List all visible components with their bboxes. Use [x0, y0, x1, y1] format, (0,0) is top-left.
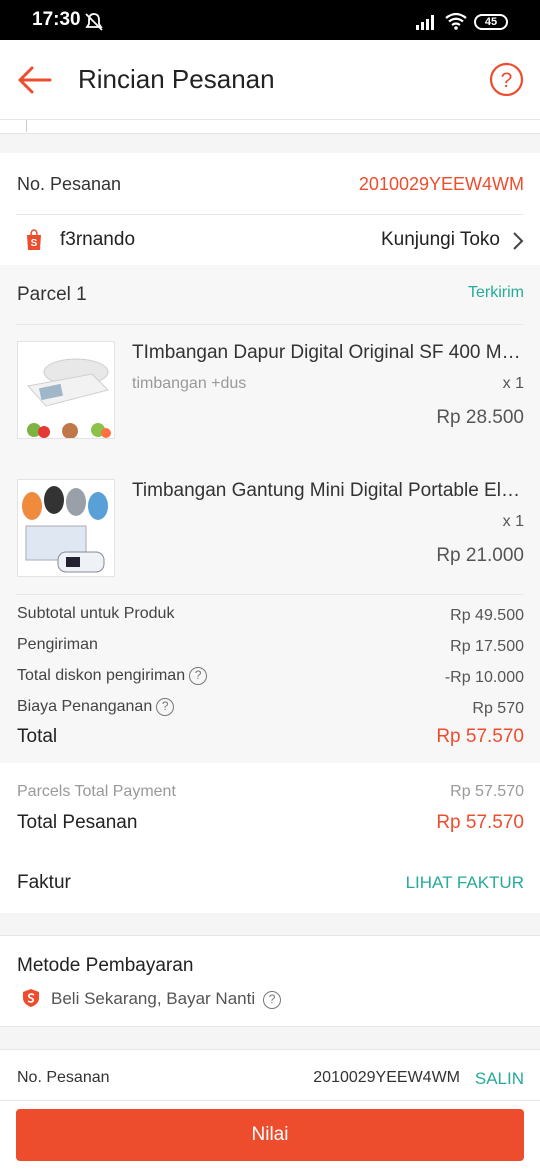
battery-indicator: 45 [474, 14, 508, 30]
order-info-section: No. Pesanan 2010029YEEW4WM S f3rnando Ku… [0, 153, 540, 265]
product-item[interactable]: Timbangan Gantung Mini Digital Portable … [0, 463, 540, 593]
shop-row[interactable]: S f3rnando Kunjungi Toko [0, 215, 540, 265]
product-qty: x 1 [502, 513, 524, 530]
shop-name: f3rnando [60, 229, 136, 250]
back-arrow-icon[interactable] [14, 62, 54, 98]
summary-value: Rp 17.500 [450, 638, 524, 655]
kitchen-scale-image [18, 342, 114, 438]
wifi-icon [445, 12, 467, 30]
product-name: Timbangan Gantung Mini Digital Portable … [132, 480, 524, 501]
parcel-total-label: Total [17, 726, 58, 747]
paylater-shield-icon [23, 989, 39, 1007]
product-thumbnail [17, 479, 115, 577]
footer-order-value: 2010029YEEW4WM [313, 1069, 460, 1086]
chevron-right-icon [513, 232, 524, 250]
product-item[interactable]: TImbangan Dapur Digital Original SF 400 … [0, 325, 540, 455]
summary-value: Rp 49.500 [450, 607, 524, 624]
visit-shop-link[interactable]: Kunjungi Toko [381, 229, 500, 251]
product-name: TImbangan Dapur Digital Original SF 400 … [132, 342, 524, 363]
question-icon[interactable]: ? [263, 990, 282, 1009]
summary-label: Biaya Penanganan [17, 698, 153, 716]
copy-button[interactable]: SALIN [475, 1069, 524, 1089]
parcel-section: Parcel 1 Terkirim TImbangan Dapur Digita… [0, 265, 540, 763]
svg-text:S: S [31, 238, 38, 249]
bell-off-icon [85, 13, 103, 31]
status-time: 17:30 [32, 9, 81, 30]
help-icon[interactable]: ? [489, 62, 524, 97]
hanging-scale-image [18, 480, 114, 576]
payment-method-row[interactable]: Beli Sekarang, Bayar Nanti? [51, 989, 282, 1009]
shop-bag-icon: S [27, 229, 41, 250]
product-qty: x 1 [502, 375, 524, 392]
summary-row-shipping-discount: Total diskon pengiriman? [17, 667, 208, 685]
parcels-total-label: Parcels Total Payment [17, 783, 176, 800]
order-total-label: Total Pesanan [17, 812, 138, 833]
order-number-value: 2010029YEEW4WM [358, 174, 524, 194]
summary-value: -Rp 10.000 [444, 669, 524, 686]
svg-text:?: ? [501, 69, 513, 92]
summary-label: Pengiriman [17, 636, 98, 653]
app-header: Rincian Pesanan ? [0, 40, 540, 120]
footer-order-label: No. Pesanan [17, 1069, 110, 1086]
parcels-total-value: Rp 57.570 [450, 783, 524, 800]
parcel-total-value: Rp 57.570 [436, 726, 524, 747]
question-icon[interactable]: ? [156, 698, 175, 716]
parcel-status: Terkirim [468, 284, 524, 301]
product-price: Rp 21.000 [436, 545, 524, 566]
summary-value: Rp 570 [472, 700, 524, 717]
summary-label: Subtotal untuk Produk [17, 605, 175, 622]
order-total-value: Rp 57.570 [436, 812, 524, 833]
collapsed-section-edge [0, 120, 540, 134]
status-bar: 17:30 45 [0, 0, 540, 40]
signal-icon [416, 15, 434, 30]
payment-method-name: Beli Sekarang, Bayar Nanti [51, 989, 256, 1008]
footer-order-section: No. Pesanan 2010029YEEW4WM SALIN [0, 1049, 540, 1104]
page-title: Rincian Pesanan [78, 64, 275, 94]
summary-row-handling-fee: Biaya Penanganan? [17, 698, 175, 716]
product-thumbnail [17, 341, 115, 439]
view-invoice-link[interactable]: LIHAT FAKTUR [406, 873, 524, 893]
payment-method-title: Metode Pembayaran [17, 955, 194, 976]
order-number-label: No. Pesanan [17, 174, 122, 194]
summary-label: Total diskon pengiriman [17, 667, 186, 685]
order-total-section: Parcels Total Payment Rp 57.570 Total Pe… [0, 763, 540, 913]
product-variant: timbangan +dus [132, 375, 247, 392]
product-price: Rp 28.500 [436, 407, 524, 428]
invoice-label: Faktur [17, 872, 71, 893]
rate-button[interactable]: Nilai [16, 1109, 524, 1161]
parcel-title: Parcel 1 [17, 284, 87, 305]
question-icon[interactable]: ? [189, 667, 208, 685]
payment-method-section: Metode Pembayaran Beli Sekarang, Bayar N… [0, 935, 540, 1027]
